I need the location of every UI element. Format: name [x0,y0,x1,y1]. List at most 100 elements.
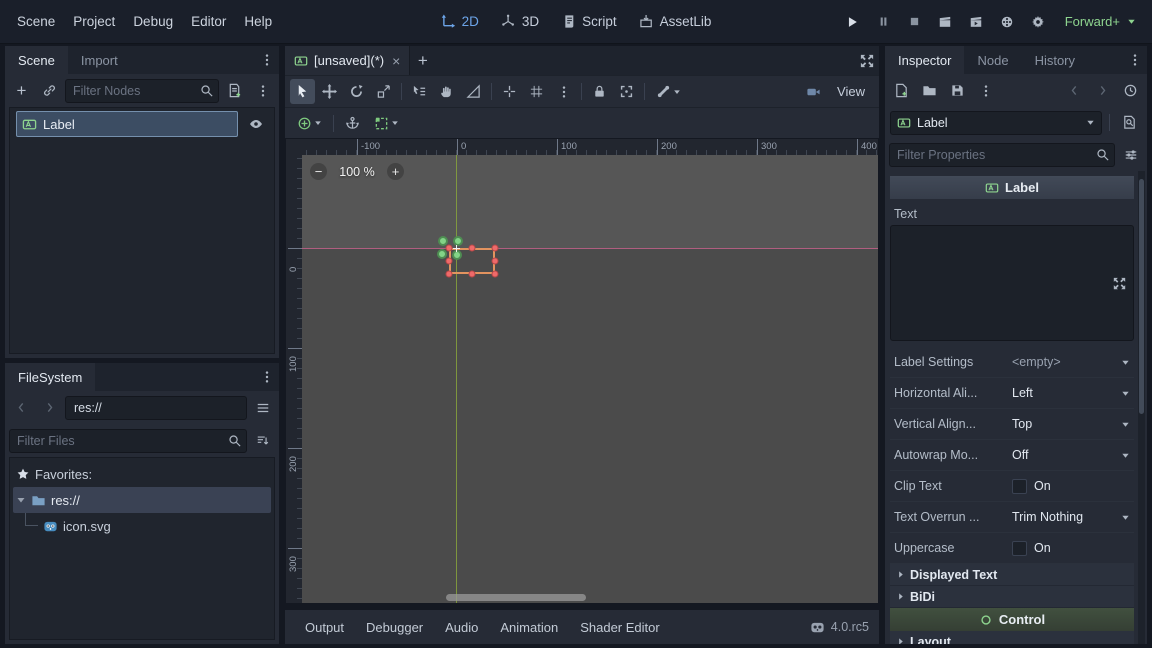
scene-tree-menu-button[interactable] [250,78,275,103]
horizontal-alignment-dropdown[interactable]: Left [1012,386,1130,400]
resize-handle[interactable] [492,271,499,278]
move-tool-button[interactable] [317,79,342,104]
menu-help[interactable]: Help [235,9,281,34]
skeleton-options-button[interactable] [650,79,686,104]
tab-node[interactable]: Node [964,46,1021,74]
list-select-button[interactable] [407,79,432,104]
renderer-select[interactable]: Forward+ [1055,14,1144,29]
filter-files-input[interactable] [9,429,247,453]
new-scene-tab-button[interactable]: + [410,48,435,73]
expand-text-button[interactable] [1109,273,1129,293]
scene-dock-menu-button[interactable] [254,48,279,73]
group-layout[interactable]: Layout [890,631,1134,644]
open-docs-button[interactable] [1117,110,1142,135]
label-settings-dropdown[interactable]: <empty> [1012,355,1130,369]
autowrap-mode-dropdown[interactable]: Off [1012,448,1130,462]
resize-handle[interactable] [446,258,453,265]
path-input[interactable] [65,396,247,420]
version-info[interactable]: 4.0.rc5 [810,620,869,635]
filesystem-menu-button[interactable] [254,365,279,390]
scale-tool-button[interactable] [371,79,396,104]
camera-override-button[interactable] [801,79,826,104]
filter-properties-input[interactable] [889,143,1115,167]
tab-import[interactable]: Import [68,46,131,74]
display-mode-button[interactable] [250,395,275,420]
folder-row-res[interactable]: res:// [13,487,271,513]
smart-snap-button[interactable] [497,79,522,104]
bottom-panel-shader-editor[interactable]: Shader Editor [570,620,670,635]
pause-button[interactable] [869,8,898,35]
workspace-2d[interactable]: 2D [431,9,489,34]
insert-key-button[interactable] [291,111,327,136]
menu-scene[interactable]: Scene [8,9,64,34]
clip-text-checkbox[interactable] [1012,479,1027,494]
nav-back-button[interactable] [9,395,34,420]
uppercase-checkbox[interactable] [1012,541,1027,556]
anchor-handle[interactable] [437,249,447,259]
viewport-canvas[interactable]: -100 0 100 200 300 400 0 100 200 300 [285,138,879,604]
select-tool-button[interactable] [290,79,315,104]
nav-forward-button[interactable] [37,395,62,420]
rotate-tool-button[interactable] [344,79,369,104]
tab-inspector[interactable]: Inspector [885,46,964,74]
stop-button[interactable] [900,8,929,35]
play-scene-button[interactable] [931,8,960,35]
menu-editor[interactable]: Editor [182,9,235,34]
scene-tab-unsaved[interactable]: [unsaved](*) × [285,46,410,75]
favorites-row[interactable]: Favorites: [13,461,271,487]
resize-handle[interactable] [469,245,476,252]
resize-handle[interactable] [446,245,453,252]
horizontal-scrollbar[interactable] [446,594,586,601]
resize-handle[interactable] [492,245,499,252]
load-resource-button[interactable] [917,78,942,103]
canvas-content[interactable]: − 100 % + [302,155,878,603]
attach-script-button[interactable] [222,78,247,103]
vertical-alignment-dropdown[interactable]: Top [1012,417,1130,431]
tree-expand-icon[interactable] [16,495,26,505]
inspector-scrollbar[interactable] [1138,171,1145,644]
pan-tool-button[interactable] [434,79,459,104]
resize-handle[interactable] [469,271,476,278]
edit-forward-button[interactable] [1090,78,1115,103]
anchor-mode-button[interactable] [340,111,365,136]
tab-history[interactable]: History [1022,46,1088,74]
save-resource-button[interactable] [945,78,970,103]
bottom-panel-output[interactable]: Output [295,620,354,635]
visibility-toggle[interactable] [243,112,268,137]
sort-files-button[interactable] [250,428,275,453]
lock-selected-button[interactable] [587,79,612,104]
bottom-panel-debugger[interactable]: Debugger [356,620,433,635]
play-custom-scene-button[interactable] [962,8,991,35]
menu-debug[interactable]: Debug [124,9,182,34]
movie-maker-button[interactable] [993,8,1022,35]
resize-handle[interactable] [446,271,453,278]
view-menu-button[interactable]: View [828,79,874,105]
menu-project[interactable]: Project [64,9,124,34]
group-selected-button[interactable] [614,79,639,104]
distraction-free-button[interactable] [854,48,879,73]
object-history-button[interactable] [1118,78,1143,103]
ruler-tool-button[interactable] [461,79,486,104]
text-property-editor[interactable] [890,225,1134,341]
instance-scene-button[interactable] [37,78,62,103]
property-tools-button[interactable] [1118,142,1143,167]
file-row-icon-svg[interactable]: icon.svg [13,513,271,539]
renderer-settings-button[interactable] [1024,8,1053,35]
anchor-handle[interactable] [438,236,448,246]
grid-snap-button[interactable] [524,79,549,104]
snap-options-button[interactable] [551,79,576,104]
zoom-out-button[interactable]: − [310,163,327,180]
bottom-panel-audio[interactable]: Audio [435,620,488,635]
text-overrun-dropdown[interactable]: Trim Nothing [1012,510,1130,524]
node-selector[interactable]: Label [890,111,1102,135]
add-node-button[interactable]: + [9,78,34,103]
close-tab-icon[interactable]: × [392,53,400,69]
group-bidi[interactable]: BiDi [890,586,1134,608]
anchor-preset-button[interactable] [368,111,404,136]
workspace-3d[interactable]: 3D [491,9,549,34]
resize-handle[interactable] [492,258,499,265]
scrollbar-thumb[interactable] [1139,179,1144,414]
tab-scene[interactable]: Scene [5,46,68,74]
group-displayed-text[interactable]: Displayed Text [890,564,1134,586]
zoom-in-button[interactable]: + [387,163,404,180]
